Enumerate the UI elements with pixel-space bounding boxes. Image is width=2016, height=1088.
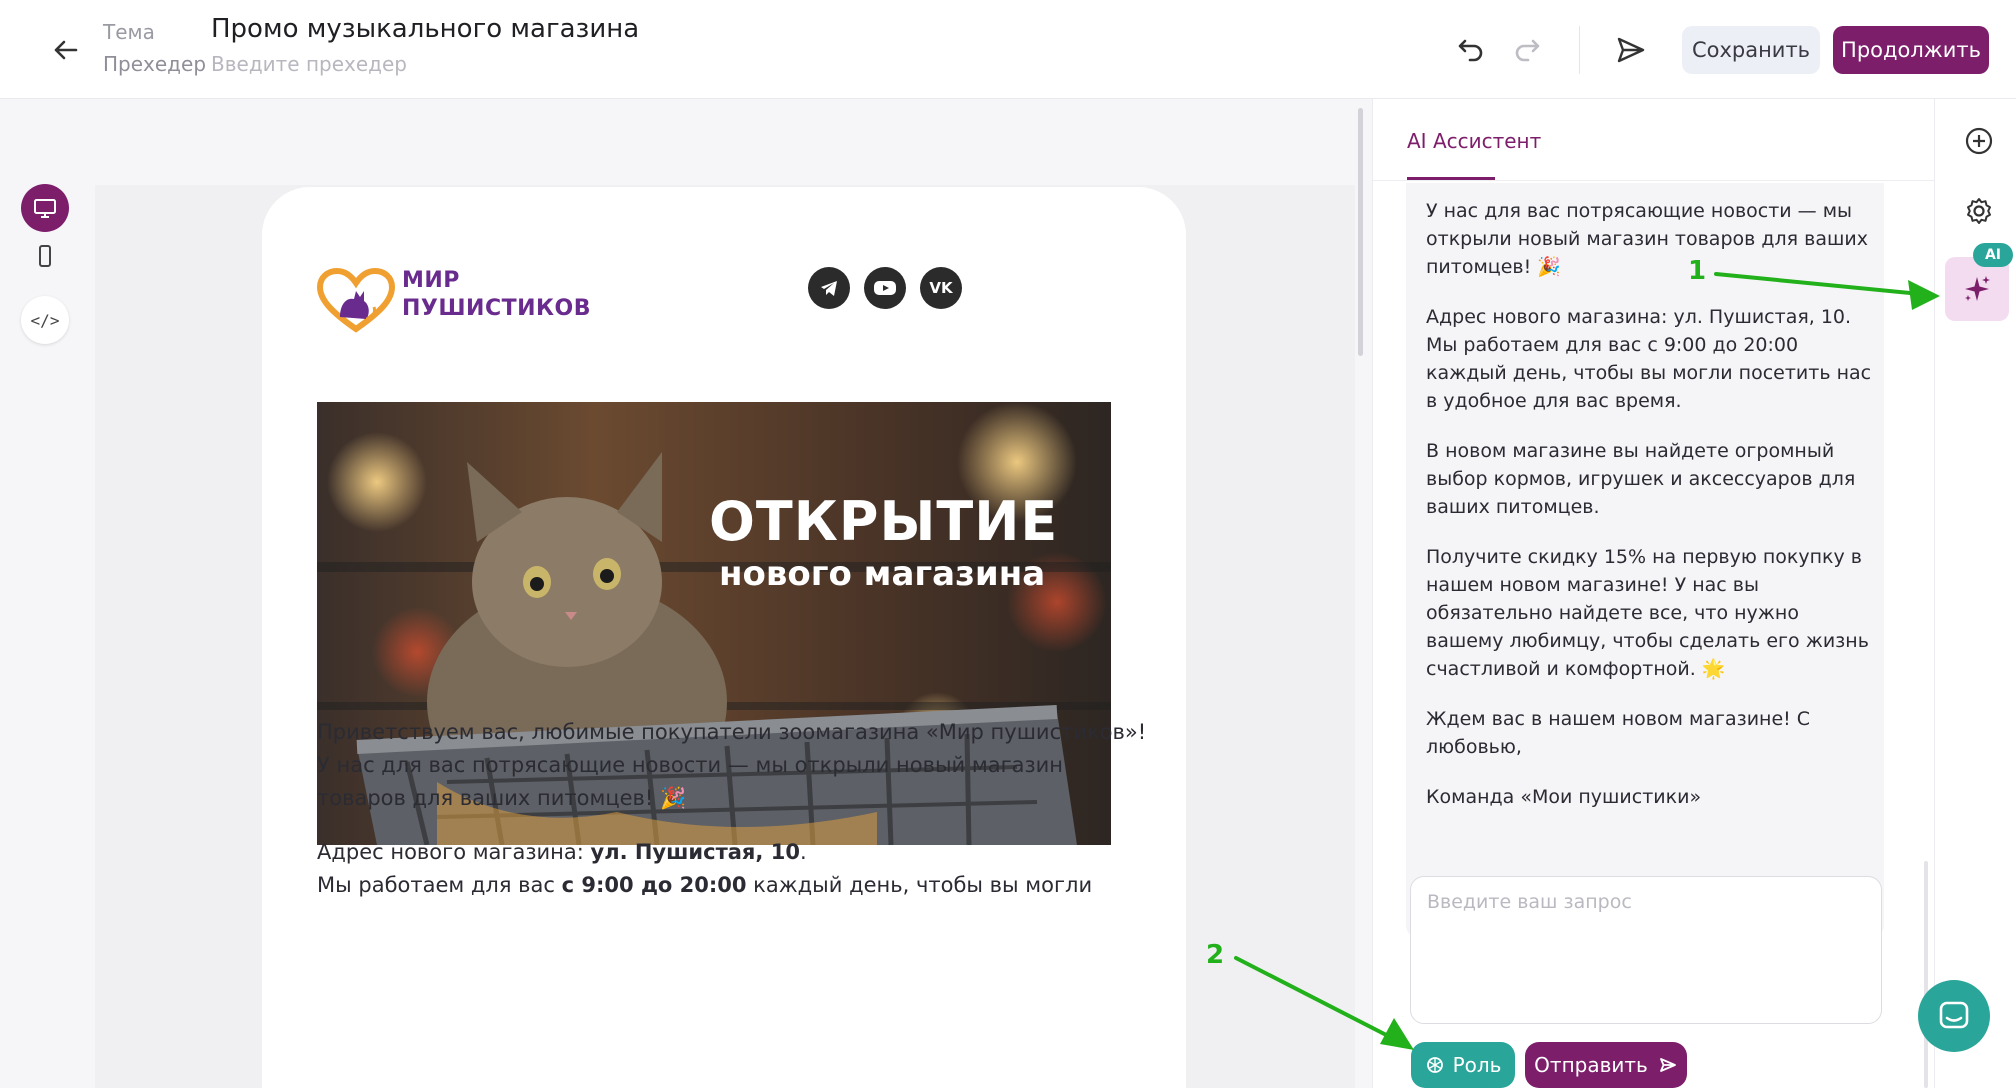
panel-scrollbar[interactable] (1924, 861, 1928, 1088)
address-value: ул. Пушистая, 10 (590, 840, 800, 864)
desktop-view-button[interactable] (21, 184, 69, 232)
message-paragraph: У нас для вас потрясающие новости — мы о… (1426, 200, 1868, 278)
plus-circle-icon[interactable] (1963, 125, 1995, 157)
header-divider (1579, 26, 1580, 74)
youtube-link[interactable] (864, 267, 906, 309)
top-bar: Тема Прехедер Промо музыкального магазин… (0, 0, 2016, 99)
email-preview: МИР ПУШИСТИКОВ VK ОТКРЫТИЕ нового магази… (262, 187, 1186, 1088)
telegram-icon (821, 281, 837, 296)
message-paragraph: Адрес нового магазина: ул. Пушистая, 10.… (1426, 306, 1872, 412)
brand-name: МИР ПУШИСТИКОВ (402, 267, 591, 323)
hours-suffix: каждый день, чтобы вы могли (746, 873, 1093, 897)
assistant-message: У нас для вас потрясающие новости — мы о… (1406, 183, 1884, 939)
annotation-number-2: 2 (1206, 940, 1225, 970)
arrow-left-icon[interactable] (46, 30, 86, 70)
chat-icon (1939, 1001, 1969, 1029)
tab-divider (1373, 180, 1935, 181)
hours-value: с 9:00 до 20:00 (561, 873, 747, 897)
prompt-input[interactable]: Введите ваш запрос (1410, 876, 1882, 1024)
role-label: Роль (1452, 1053, 1502, 1077)
telegram-link[interactable] (808, 267, 850, 309)
code-view-button[interactable]: </> (21, 296, 69, 344)
hours-prefix: Мы работаем для вас (317, 873, 562, 897)
vk-icon: VK (929, 279, 953, 297)
preheader-label: Прехедер (103, 52, 207, 76)
email-body: Приветствуем вас, любимые покупатели зоо… (317, 716, 1157, 923)
brand-line-2: ПУШИСТИКОВ (402, 296, 591, 321)
paper-plane-icon[interactable] (1610, 30, 1650, 70)
mobile-icon (39, 245, 51, 267)
tab-ai-assistant[interactable]: AI Ассистент (1407, 129, 1541, 153)
canvas-scrollbar[interactable] (1358, 108, 1363, 356)
redo-icon[interactable] (1510, 30, 1550, 70)
continue-button[interactable]: Продолжить (1833, 26, 1989, 74)
preheader-input[interactable]: Введите прехедер (211, 52, 407, 76)
undo-icon[interactable] (1448, 30, 1488, 70)
sparkles-icon (1965, 276, 1990, 301)
assistant-message-text: У нас для вас потрясающие новости — мы о… (1426, 197, 1874, 833)
ai-assistant-panel: AI Ассистент У нас для вас потрясающие н… (1372, 99, 1935, 1088)
desktop-icon (34, 199, 56, 218)
message-paragraph: Команда «Мои пушистики» (1426, 786, 1702, 808)
address-suffix: . (799, 840, 807, 864)
email-paragraph-1[interactable]: Приветствуем вас, любимые покупатели зоо… (317, 716, 1157, 815)
youtube-icon (874, 281, 896, 295)
theme-label: Тема (103, 20, 155, 44)
hero-subtitle: нового магазина (719, 554, 1046, 594)
gear-icon[interactable] (1963, 195, 1995, 227)
role-button[interactable]: Роль (1411, 1042, 1515, 1088)
annotation-number-1: 1 (1688, 256, 1707, 286)
support-chat-button[interactable] (1918, 980, 1990, 1052)
vk-link[interactable]: VK (920, 267, 962, 309)
mobile-view-button[interactable] (21, 232, 69, 280)
save-button[interactable]: Сохранить (1682, 26, 1820, 74)
code-icon: </> (30, 310, 60, 330)
heart-cat-logo-icon (316, 267, 396, 333)
email-subject-field[interactable]: Промо музыкального магазина (211, 14, 639, 44)
brand-line-1: МИР (402, 268, 460, 293)
message-paragraph: Ждем вас в нашем новом магазине! С любов… (1426, 708, 1811, 758)
email-address-paragraph[interactable]: Адрес нового магазина: ул. Пушистая, 10.… (317, 836, 1157, 902)
message-paragraph: В новом магазине вы найдете огромный выб… (1426, 440, 1856, 518)
send-prompt-button[interactable]: Отправить (1525, 1042, 1687, 1088)
openai-icon (1426, 1057, 1443, 1073)
ai-badge: AI (1973, 243, 2013, 267)
right-rail: AI (1934, 99, 2016, 1088)
send-arrow-icon (1659, 1058, 1676, 1072)
address-prefix: Адрес нового магазина: (317, 840, 591, 864)
send-label: Отправить (1534, 1053, 1648, 1077)
message-paragraph: Получите скидку 15% на первую покупку в … (1426, 546, 1869, 680)
hero-title: ОТКРЫТИЕ (709, 490, 1059, 553)
